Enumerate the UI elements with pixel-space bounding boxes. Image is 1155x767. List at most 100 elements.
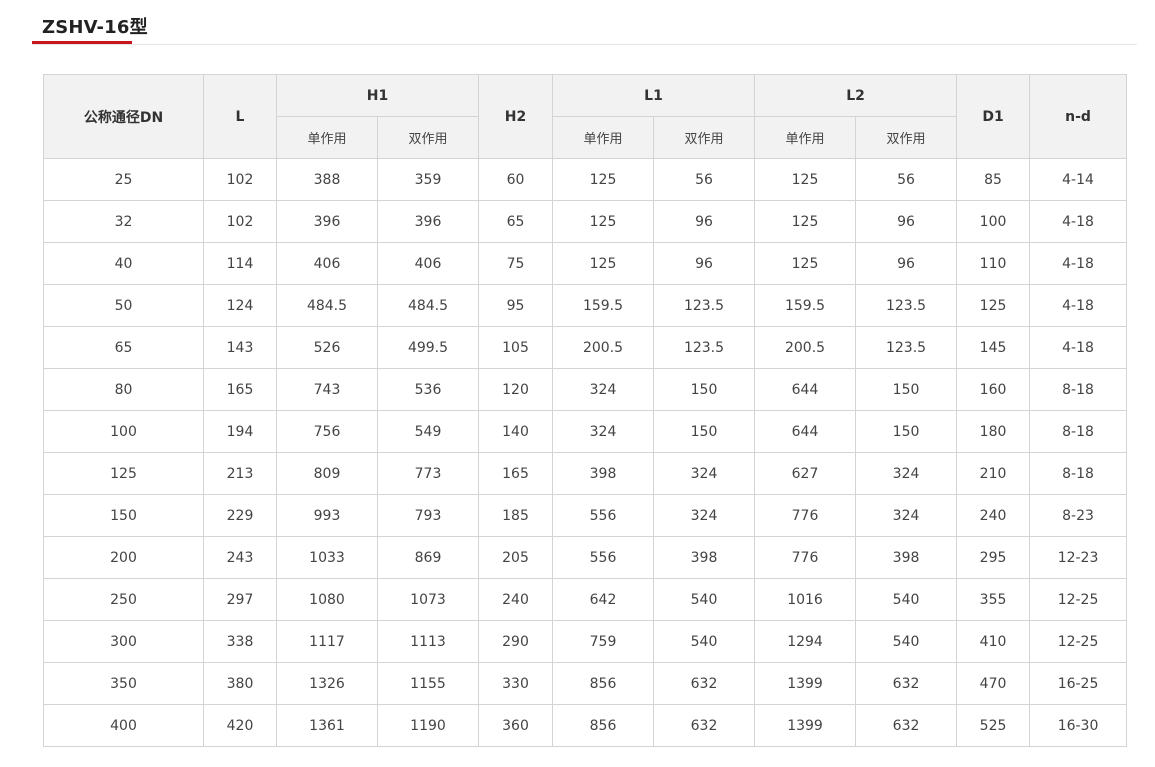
cell-h2: 360 <box>478 704 553 747</box>
cell-l2-single: 1399 <box>754 704 857 747</box>
cell-dn: 65 <box>43 326 204 369</box>
cell-l1-single: 159.5 <box>552 284 654 327</box>
cell-h1-single: 756 <box>276 410 378 453</box>
cell-nd: 8-18 <box>1029 410 1128 453</box>
cell-h2: 60 <box>478 158 553 201</box>
cell-l2-double: 324 <box>855 452 958 495</box>
cell-l1-double: 150 <box>652 368 756 411</box>
cell-l2-single: 125 <box>754 158 857 201</box>
cell-d1: 240 <box>956 494 1031 537</box>
cell-nd: 4-18 <box>1029 326 1128 369</box>
cell-l2-double: 632 <box>855 662 958 705</box>
cell-nd: 16-30 <box>1029 704 1128 747</box>
cell-dn: 200 <box>43 536 204 579</box>
cell-h1-single: 809 <box>276 452 378 495</box>
header-h1: H1 <box>276 74 479 117</box>
cell-h1-single: 526 <box>276 326 378 369</box>
cell-l1-double: 632 <box>652 704 756 747</box>
header-l2-single: 单作用 <box>754 116 857 159</box>
spec-table: 公称通径DN L H1 H2 L1 L2 D1 n-d 单作用 双作用 单作用 … <box>43 74 1128 747</box>
cell-l2-single: 644 <box>754 410 857 453</box>
cell-h2: 105 <box>478 326 553 369</box>
cell-dn: 350 <box>43 662 204 705</box>
cell-dn: 125 <box>43 452 204 495</box>
cell-d1: 110 <box>956 242 1031 285</box>
cell-dn: 80 <box>43 368 204 411</box>
cell-nd: 12-25 <box>1029 620 1128 663</box>
cell-h1-single: 1033 <box>276 536 378 579</box>
header-l2-double: 双作用 <box>855 116 958 159</box>
cell-h1-double: 499.5 <box>377 326 479 369</box>
cell-h2: 165 <box>478 452 553 495</box>
cell-l: 114 <box>203 242 277 285</box>
header-l1: L1 <box>551 74 756 117</box>
cell-nd: 12-25 <box>1029 578 1128 621</box>
table-row: 200 243 1033 869 205 556 398 776 398 295 12-23 <box>43 536 1128 579</box>
cell-l2-single: 1016 <box>754 578 857 621</box>
cell-h1-single: 993 <box>276 494 378 537</box>
cell-h1-double: 549 <box>377 410 479 453</box>
cell-l: 229 <box>203 494 277 537</box>
cell-h1-single: 743 <box>276 368 378 411</box>
cell-dn: 250 <box>43 578 204 621</box>
cell-dn: 25 <box>43 158 204 201</box>
cell-l2-single: 1294 <box>754 620 857 663</box>
cell-l2-double: 123.5 <box>855 326 958 369</box>
cell-l: 213 <box>203 452 277 495</box>
page: ZSHV-16型 公称通径DN L H1 H2 L1 L2 D1 n-d 单作用… <box>0 0 1155 767</box>
cell-l: 338 <box>203 620 277 663</box>
cell-l: 297 <box>203 578 277 621</box>
header-d1: D1 <box>956 74 1031 159</box>
cell-h2: 65 <box>478 200 553 243</box>
header-h1-single: 单作用 <box>276 116 378 159</box>
table-row: 400 420 1361 1190 360 856 632 1399 632 525 16-30 <box>43 704 1128 747</box>
cell-l1-single: 398 <box>552 452 654 495</box>
cell-l2-double: 96 <box>855 242 958 285</box>
cell-nd: 8-18 <box>1029 452 1128 495</box>
cell-l1-single: 556 <box>552 494 654 537</box>
cell-l1-double: 540 <box>652 620 756 663</box>
cell-l1-double: 398 <box>652 536 756 579</box>
cell-h1-single: 388 <box>276 158 378 201</box>
cell-l1-single: 125 <box>552 242 654 285</box>
cell-h1-double: 1113 <box>377 620 479 663</box>
table-row: 150 229 993 793 185 556 324 776 324 240 8-23 <box>43 494 1128 537</box>
cell-h1-double: 793 <box>377 494 479 537</box>
table-body: 25 102 388 359 60 125 56 125 56 85 4-14 32 102 396 396… <box>43 158 1128 747</box>
header-l1-double: 双作用 <box>652 116 756 159</box>
table-row: 80 165 743 536 120 324 150 644 150 160 8-18 <box>43 368 1128 411</box>
table-row: 250 297 1080 1073 240 642 540 1016 540 355 12-25 <box>43 578 1128 621</box>
cell-l1-double: 540 <box>652 578 756 621</box>
cell-h1-single: 1326 <box>276 662 378 705</box>
cell-l: 102 <box>203 158 277 201</box>
header-dn: 公称通径DN <box>43 74 204 159</box>
cell-h1-double: 484.5 <box>377 284 479 327</box>
cell-h1-single: 1361 <box>276 704 378 747</box>
cell-l2-double: 96 <box>855 200 958 243</box>
section-header: ZSHV-16型 <box>32 0 1137 45</box>
cell-l1-double: 96 <box>652 242 756 285</box>
cell-l1-double: 150 <box>652 410 756 453</box>
cell-dn: 50 <box>43 284 204 327</box>
cell-dn: 32 <box>43 200 204 243</box>
cell-nd: 4-18 <box>1029 284 1128 327</box>
cell-l: 194 <box>203 410 277 453</box>
cell-h2: 185 <box>478 494 553 537</box>
cell-l1-double: 96 <box>652 200 756 243</box>
header-nd: n-d <box>1029 74 1128 159</box>
cell-h2: 95 <box>478 284 553 327</box>
cell-l2-single: 200.5 <box>754 326 857 369</box>
cell-nd: 8-23 <box>1029 494 1128 537</box>
cell-l2-single: 1399 <box>754 662 857 705</box>
header-h1-double: 双作用 <box>377 116 479 159</box>
table-row: 300 338 1117 1113 290 759 540 1294 540 410 12-25 <box>43 620 1128 663</box>
cell-l1-double: 123.5 <box>652 284 756 327</box>
cell-dn: 40 <box>43 242 204 285</box>
cell-l: 124 <box>203 284 277 327</box>
header-l: L <box>203 74 277 159</box>
cell-l: 165 <box>203 368 277 411</box>
table-row: 25 102 388 359 60 125 56 125 56 85 4-14 <box>43 158 1128 201</box>
cell-l: 420 <box>203 704 277 747</box>
cell-d1: 295 <box>956 536 1031 579</box>
cell-l1-double: 632 <box>652 662 756 705</box>
